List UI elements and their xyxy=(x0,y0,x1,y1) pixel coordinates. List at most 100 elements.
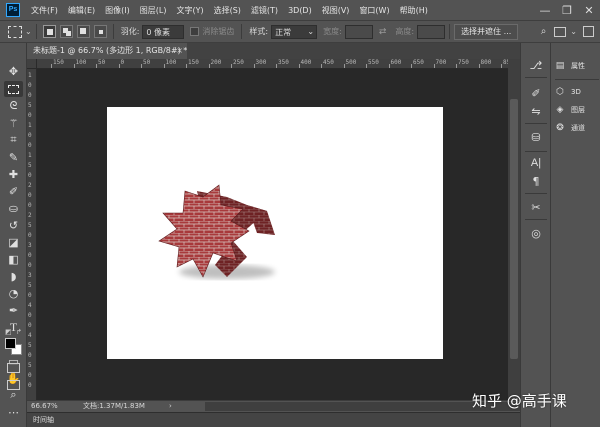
menu-layer[interactable]: 图层(L) xyxy=(135,5,172,16)
type-tool-icon[interactable]: T xyxy=(4,319,23,335)
restore-button[interactable]: ❐ xyxy=(556,0,578,20)
scrollbar-thumb[interactable] xyxy=(510,99,518,359)
ruler-tick xyxy=(51,64,52,68)
vertical-ruler: 1 0 0 5 0 1 0 0 1 5 0 2 0 0 2 5 0 3 0 0 3 5 0 4 0 0 4 5 0 5 0 0 xyxy=(27,69,37,400)
healing-brush-icon[interactable]: ✚ xyxy=(4,166,23,182)
vertical-scrollbar[interactable] xyxy=(508,59,520,400)
character-icon[interactable]: A| xyxy=(528,155,544,171)
feather-input[interactable]: 0 像素 xyxy=(142,24,185,39)
document-tab[interactable]: 未标题-1 @ 66.7% (多边形 1, RGB/8#) * × xyxy=(27,43,187,59)
new-selection-button[interactable] xyxy=(42,25,56,38)
ruler-tick-label: 5 xyxy=(28,362,32,369)
document-canvas[interactable] xyxy=(107,107,443,359)
brush-settings-icon[interactable]: ✐ xyxy=(528,85,544,101)
chevron-down-icon[interactable]: ⌄ xyxy=(570,27,577,36)
ruler-origin[interactable] xyxy=(27,59,37,69)
clone-stamp-icon[interactable]: ⛀ xyxy=(4,200,23,216)
dodge-tool-icon[interactable]: ◔ xyxy=(4,285,23,301)
pen-tool-icon[interactable]: ✒ xyxy=(4,302,23,318)
close-button[interactable]: ✕ xyxy=(578,0,600,20)
menu-help[interactable]: 帮助(H) xyxy=(395,5,433,16)
chevron-down-icon[interactable]: ⌄ xyxy=(25,27,32,36)
menu-edit[interactable]: 编辑(E) xyxy=(63,5,100,16)
zoom-level[interactable]: 66.67% xyxy=(31,401,58,412)
history-brush-icon[interactable]: ↺ xyxy=(4,217,23,233)
marquee-tool-icon[interactable] xyxy=(4,81,23,97)
ruler-tick xyxy=(433,64,435,68)
tool-presets-icon[interactable]: ✂ xyxy=(528,199,544,215)
properties-panel-tab[interactable]: ▤ 属性 xyxy=(555,59,585,73)
antialias-checkbox[interactable] xyxy=(190,27,200,36)
workspace-icon[interactable] xyxy=(554,26,567,37)
ruler-tick-label: 4 xyxy=(28,332,32,339)
menu-view[interactable]: 视图(V) xyxy=(317,5,355,16)
collapsed-panels: ▤ 属性 ⬡ 3D ◈ 图层 ❂ 通道 xyxy=(550,43,600,427)
photoshop-logo-icon[interactable]: Ps xyxy=(6,3,20,17)
channels-icon: ❂ xyxy=(556,123,564,133)
3d-panel-tab[interactable]: ⬡ 3D xyxy=(555,85,581,99)
width-input[interactable] xyxy=(344,24,373,39)
menu-3d[interactable]: 3D(D) xyxy=(283,6,317,15)
height-label: 高度: xyxy=(395,27,415,36)
status-menu-arrow-icon[interactable]: › xyxy=(169,401,172,412)
timeline-panel-tab[interactable]: 时间轴 xyxy=(27,412,520,427)
ruler-tick-label: 0 xyxy=(28,312,32,319)
document-tab-bar: 未标题-1 @ 66.7% (多边形 1, RGB/8#) * × xyxy=(27,43,520,59)
menu-select[interactable]: 选择(S) xyxy=(209,5,246,16)
magic-wand-icon[interactable]: ⚚ xyxy=(4,115,23,131)
channels-label: 通道 xyxy=(571,124,585,132)
style-select[interactable]: 正常 ⌄ xyxy=(271,24,318,39)
menu-window[interactable]: 窗口(W) xyxy=(354,5,394,16)
ruler-tick-label: 0 xyxy=(28,322,32,329)
menu-file[interactable]: 文件(F) xyxy=(26,5,63,16)
search-icon[interactable]: ⌕ xyxy=(541,26,547,37)
move-tool-icon[interactable]: ✥ xyxy=(4,63,23,79)
layers-panel-tab[interactable]: ◈ 图层 xyxy=(555,103,585,117)
blur-tool-icon[interactable]: ◗ xyxy=(4,268,23,284)
ruler-tick xyxy=(208,64,210,68)
intersect-selection-button[interactable] xyxy=(93,25,107,38)
ruler-tick-label: 3 xyxy=(28,272,32,279)
subtract-selection-button[interactable] xyxy=(76,25,90,38)
menu-filter[interactable]: 滤镜(T) xyxy=(246,5,283,16)
clone-source-icon[interactable]: ⛁ xyxy=(528,129,544,145)
brush-tool-icon[interactable]: ✐ xyxy=(4,183,23,199)
ruler-tick-label: 3 xyxy=(28,242,32,249)
ruler-tick-label: 0 xyxy=(28,252,32,259)
adjustments-icon[interactable]: ⇋ xyxy=(528,103,544,119)
gradient-tool-icon[interactable]: ◧ xyxy=(4,251,23,267)
share-icon[interactable] xyxy=(583,26,594,37)
zoom-tool-icon[interactable]: ⌕ xyxy=(4,387,23,403)
add-selection-button[interactable] xyxy=(59,25,73,38)
ruler-tick-label: 50 xyxy=(98,59,106,66)
crop-tool-icon[interactable]: ⌗ xyxy=(4,132,23,148)
path-selection-icon[interactable]: ➤ xyxy=(4,336,23,352)
close-tab-icon[interactable]: × xyxy=(176,43,183,59)
shape-tool-icon[interactable]: ▭ xyxy=(4,353,23,369)
menu-image[interactable]: 图像(I) xyxy=(100,5,135,16)
history-icon[interactable]: ⎇ xyxy=(528,57,544,73)
libraries-icon[interactable]: ◎ xyxy=(528,225,544,241)
select-and-mask-button[interactable]: 选择并遮住 ... xyxy=(454,23,519,40)
3d-label: 3D xyxy=(571,88,581,96)
ruler-tick-label: 0 xyxy=(120,59,125,66)
minimize-button[interactable]: — xyxy=(534,0,556,20)
ruler-tick xyxy=(343,64,345,68)
eraser-icon[interactable]: ◪ xyxy=(4,234,23,250)
marquee-tool-preset-icon[interactable] xyxy=(8,25,22,38)
hand-tool-icon[interactable]: ✋ xyxy=(4,370,23,386)
swap-icon[interactable]: ⇄ xyxy=(379,27,387,37)
paragraph-icon[interactable]: ¶ xyxy=(528,173,544,189)
width-label: 宽度: xyxy=(323,27,342,36)
lasso-tool-icon[interactable]: ᘓ xyxy=(4,98,23,114)
channels-panel-tab[interactable]: ❂ 通道 xyxy=(555,121,585,135)
ruler-tick-label: 5 xyxy=(28,282,32,289)
more-tools-icon[interactable]: ⋯ xyxy=(4,404,23,420)
ruler-tick xyxy=(298,64,300,68)
ruler-tick-label: 0 xyxy=(28,262,32,269)
ruler-tick xyxy=(276,64,277,68)
eyedropper-icon[interactable]: ✎ xyxy=(4,149,23,165)
height-input[interactable] xyxy=(417,24,446,39)
ruler-tick-label: 700 xyxy=(435,59,447,66)
menu-type[interactable]: 文字(Y) xyxy=(171,5,208,16)
